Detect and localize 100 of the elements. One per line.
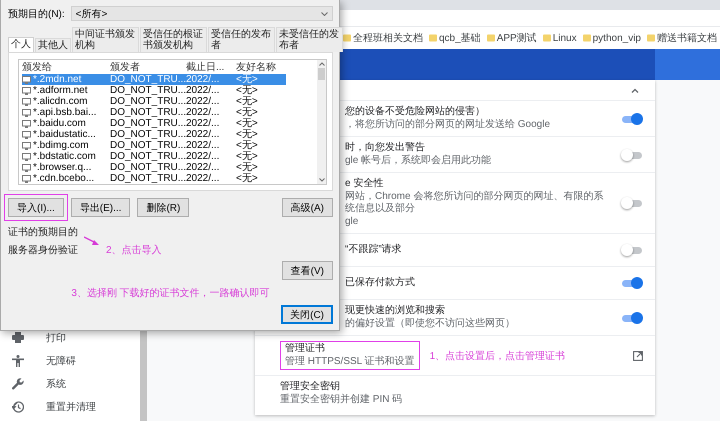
table-cell: DO_NOT_TRU... [110, 107, 186, 118]
column-header[interactable]: 截止日... [186, 62, 236, 73]
bookmark-item[interactable]: 全程班相关文档 [353, 31, 423, 45]
scrollbar[interactable] [317, 60, 326, 184]
list-row[interactable]: *.bdstatic.com DO_NOT_TRU...2022/... <无> [22, 151, 286, 162]
setting-title: 已保存付款方式 [345, 277, 416, 289]
table-cell-text: <无> [236, 140, 259, 151]
certificate-icon [22, 76, 31, 84]
list-row[interactable]: *.api.bsb.bai... DO_NOT_TRU...2022/... <无> [22, 107, 286, 118]
tab[interactable]: 未受信任的发布者 [276, 27, 343, 52]
table-cell: DO_NOT_TRU... [110, 118, 186, 129]
close-button[interactable]: 关闭(C) [281, 305, 333, 324]
table-cell-text: <无> [236, 74, 259, 85]
table-cell: DO_NOT_TRU... [110, 85, 186, 96]
setting-description: ，将您所访问的部分网页的网址发送给 Google [345, 119, 552, 131]
setting-title: 时，向您发出警告 [345, 142, 426, 154]
table-cell-text: 2022/... [186, 107, 220, 118]
sidebar-item[interactable]: 重置并清理 [46, 400, 96, 414]
list-row[interactable]: *.bdimg.com DO_NOT_TRU...2022/... <无> [22, 140, 286, 151]
action-button[interactable]: 导入(I)... [8, 198, 64, 217]
table-cell: DO_NOT_TRU... [110, 74, 186, 85]
table-cell-text: <无> [236, 118, 259, 129]
table-cell: *.2mdn.net [33, 74, 82, 85]
tab[interactable]: 个人 [8, 37, 34, 52]
setting-description: 管理 HTTPS/SSL 证书和设置 [285, 356, 415, 368]
annotation-text: 3、选择刚 下载好的证书文件，一路确认即可 [70, 286, 271, 301]
table-cell: *.api.bsb.bai... [33, 107, 96, 118]
sidebar-item[interactable]: 打印 [46, 330, 66, 344]
table-cell: DO_NOT_TRU... [110, 162, 186, 173]
chevron-up-icon[interactable] [631, 88, 639, 92]
table-cell-text: <无> [236, 162, 259, 173]
certificate-icon [22, 108, 31, 116]
table-cell-text: <无> [236, 173, 259, 184]
table-cell: DO_NOT_TRU... [110, 129, 186, 140]
bookmark-item[interactable]: 赠送书籍文档 [656, 31, 717, 45]
column-header[interactable]: 颁发者 [110, 62, 186, 73]
toggle-switch[interactable] [621, 112, 643, 124]
bookmark-item[interactable]: APP测试 [496, 31, 537, 45]
tab[interactable]: 受信任的发布者 [208, 27, 275, 52]
advanced-button[interactable]: 高级(A) [282, 198, 333, 217]
table-cell-text: 2022/... [186, 162, 220, 173]
table-cell-text: 2022/... [186, 118, 220, 129]
scrollbar-thumb[interactable] [318, 68, 325, 80]
setting-title: e 安全性 [345, 178, 384, 190]
table-cell: *.cdn.bcebo... [33, 173, 94, 184]
pointer-arrow [84, 236, 100, 246]
toggle-switch[interactable] [621, 197, 643, 209]
toggle-switch[interactable] [621, 244, 643, 256]
bookmark-item[interactable]: qcb_基础 [439, 31, 481, 45]
table-cell-text: 2022/... [186, 140, 220, 151]
setting-title: 您的设备不受危险网站的侵害） [345, 106, 486, 118]
table-cell-text: <无> [236, 107, 259, 118]
bookmark-item[interactable]: python_vip [592, 32, 641, 44]
scroll-up-icon [318, 62, 324, 66]
certificate-icon [22, 120, 31, 128]
folder-icon [343, 34, 351, 42]
setting-title: “不跟踪”请求 [345, 244, 403, 256]
external-link-icon[interactable] [633, 350, 643, 360]
setting-title: 管理安全密钥 [280, 381, 341, 393]
tab[interactable]: 中间证书颁发机构 [72, 27, 139, 52]
folder-icon [429, 34, 437, 42]
table-cell-text: 2022/... [186, 96, 220, 107]
annotation-text: 2、点击导入 [106, 244, 163, 257]
list-row[interactable]: *.alicdn.com DO_NOT_TRU...2022/... <无> [22, 96, 286, 107]
list-row[interactable]: *.adform.net DO_NOT_TRU...2022/... <无> [22, 85, 286, 96]
setting-description: 重置安全密钥并创建 PIN 码 [280, 394, 404, 406]
purpose-text: 服务器身份验证 [8, 244, 78, 257]
certificate-icon [22, 142, 31, 150]
chevron-down-icon [321, 12, 328, 16]
list-row[interactable]: *.cdn.bcebo... DO_NOT_TRU...2022/... <无> [22, 173, 286, 184]
sidebar-item[interactable]: 系统 [46, 376, 66, 390]
table-cell-text: <无> [236, 85, 259, 96]
table-cell: *.bdimg.com [33, 140, 89, 151]
list-row[interactable]: *.baidustatic... DO_NOT_TRU...2022/... <无> [22, 129, 286, 140]
purpose-dropdown[interactable]: <所有> [70, 6, 333, 21]
history-icon [12, 400, 24, 412]
tab[interactable]: 受信任的根证书颁发机构 [140, 27, 207, 52]
table-cell-text: <无> [236, 151, 259, 162]
list-row[interactable]: *.browser.q... DO_NOT_TRU...2022/... <无> [22, 162, 286, 173]
table-cell-text: <无> [236, 96, 259, 107]
toggle-switch[interactable] [621, 277, 643, 289]
action-button[interactable]: 删除(R) [137, 198, 190, 217]
toggle-switch[interactable] [621, 312, 643, 324]
table-cell: DO_NOT_TRU... [110, 140, 186, 151]
table-cell: DO_NOT_TRU... [110, 96, 186, 107]
tab[interactable]: 其他人 [35, 38, 71, 52]
list-row[interactable]: *.baidu.com DO_NOT_TRU...2022/... <无> [22, 118, 286, 129]
table-cell-text: 2022/... [186, 74, 220, 85]
sidebar-item[interactable]: 无障碍 [46, 354, 76, 368]
setting-title: 管理证书 [285, 343, 326, 355]
view-button[interactable]: 查看(V) [282, 261, 333, 280]
column-header[interactable]: 友好名称 [236, 62, 286, 73]
table-cell-text: 2022/... [186, 129, 220, 140]
certificate-icon [22, 152, 31, 160]
action-button[interactable]: 导出(E)... [70, 198, 130, 217]
toggle-switch[interactable] [621, 148, 643, 160]
bookmark-item[interactable]: Linux [552, 32, 577, 44]
folder-icon [646, 34, 655, 42]
table-cell: DO_NOT_TRU... [110, 151, 186, 162]
column-header[interactable]: 颁发给 [22, 62, 110, 73]
